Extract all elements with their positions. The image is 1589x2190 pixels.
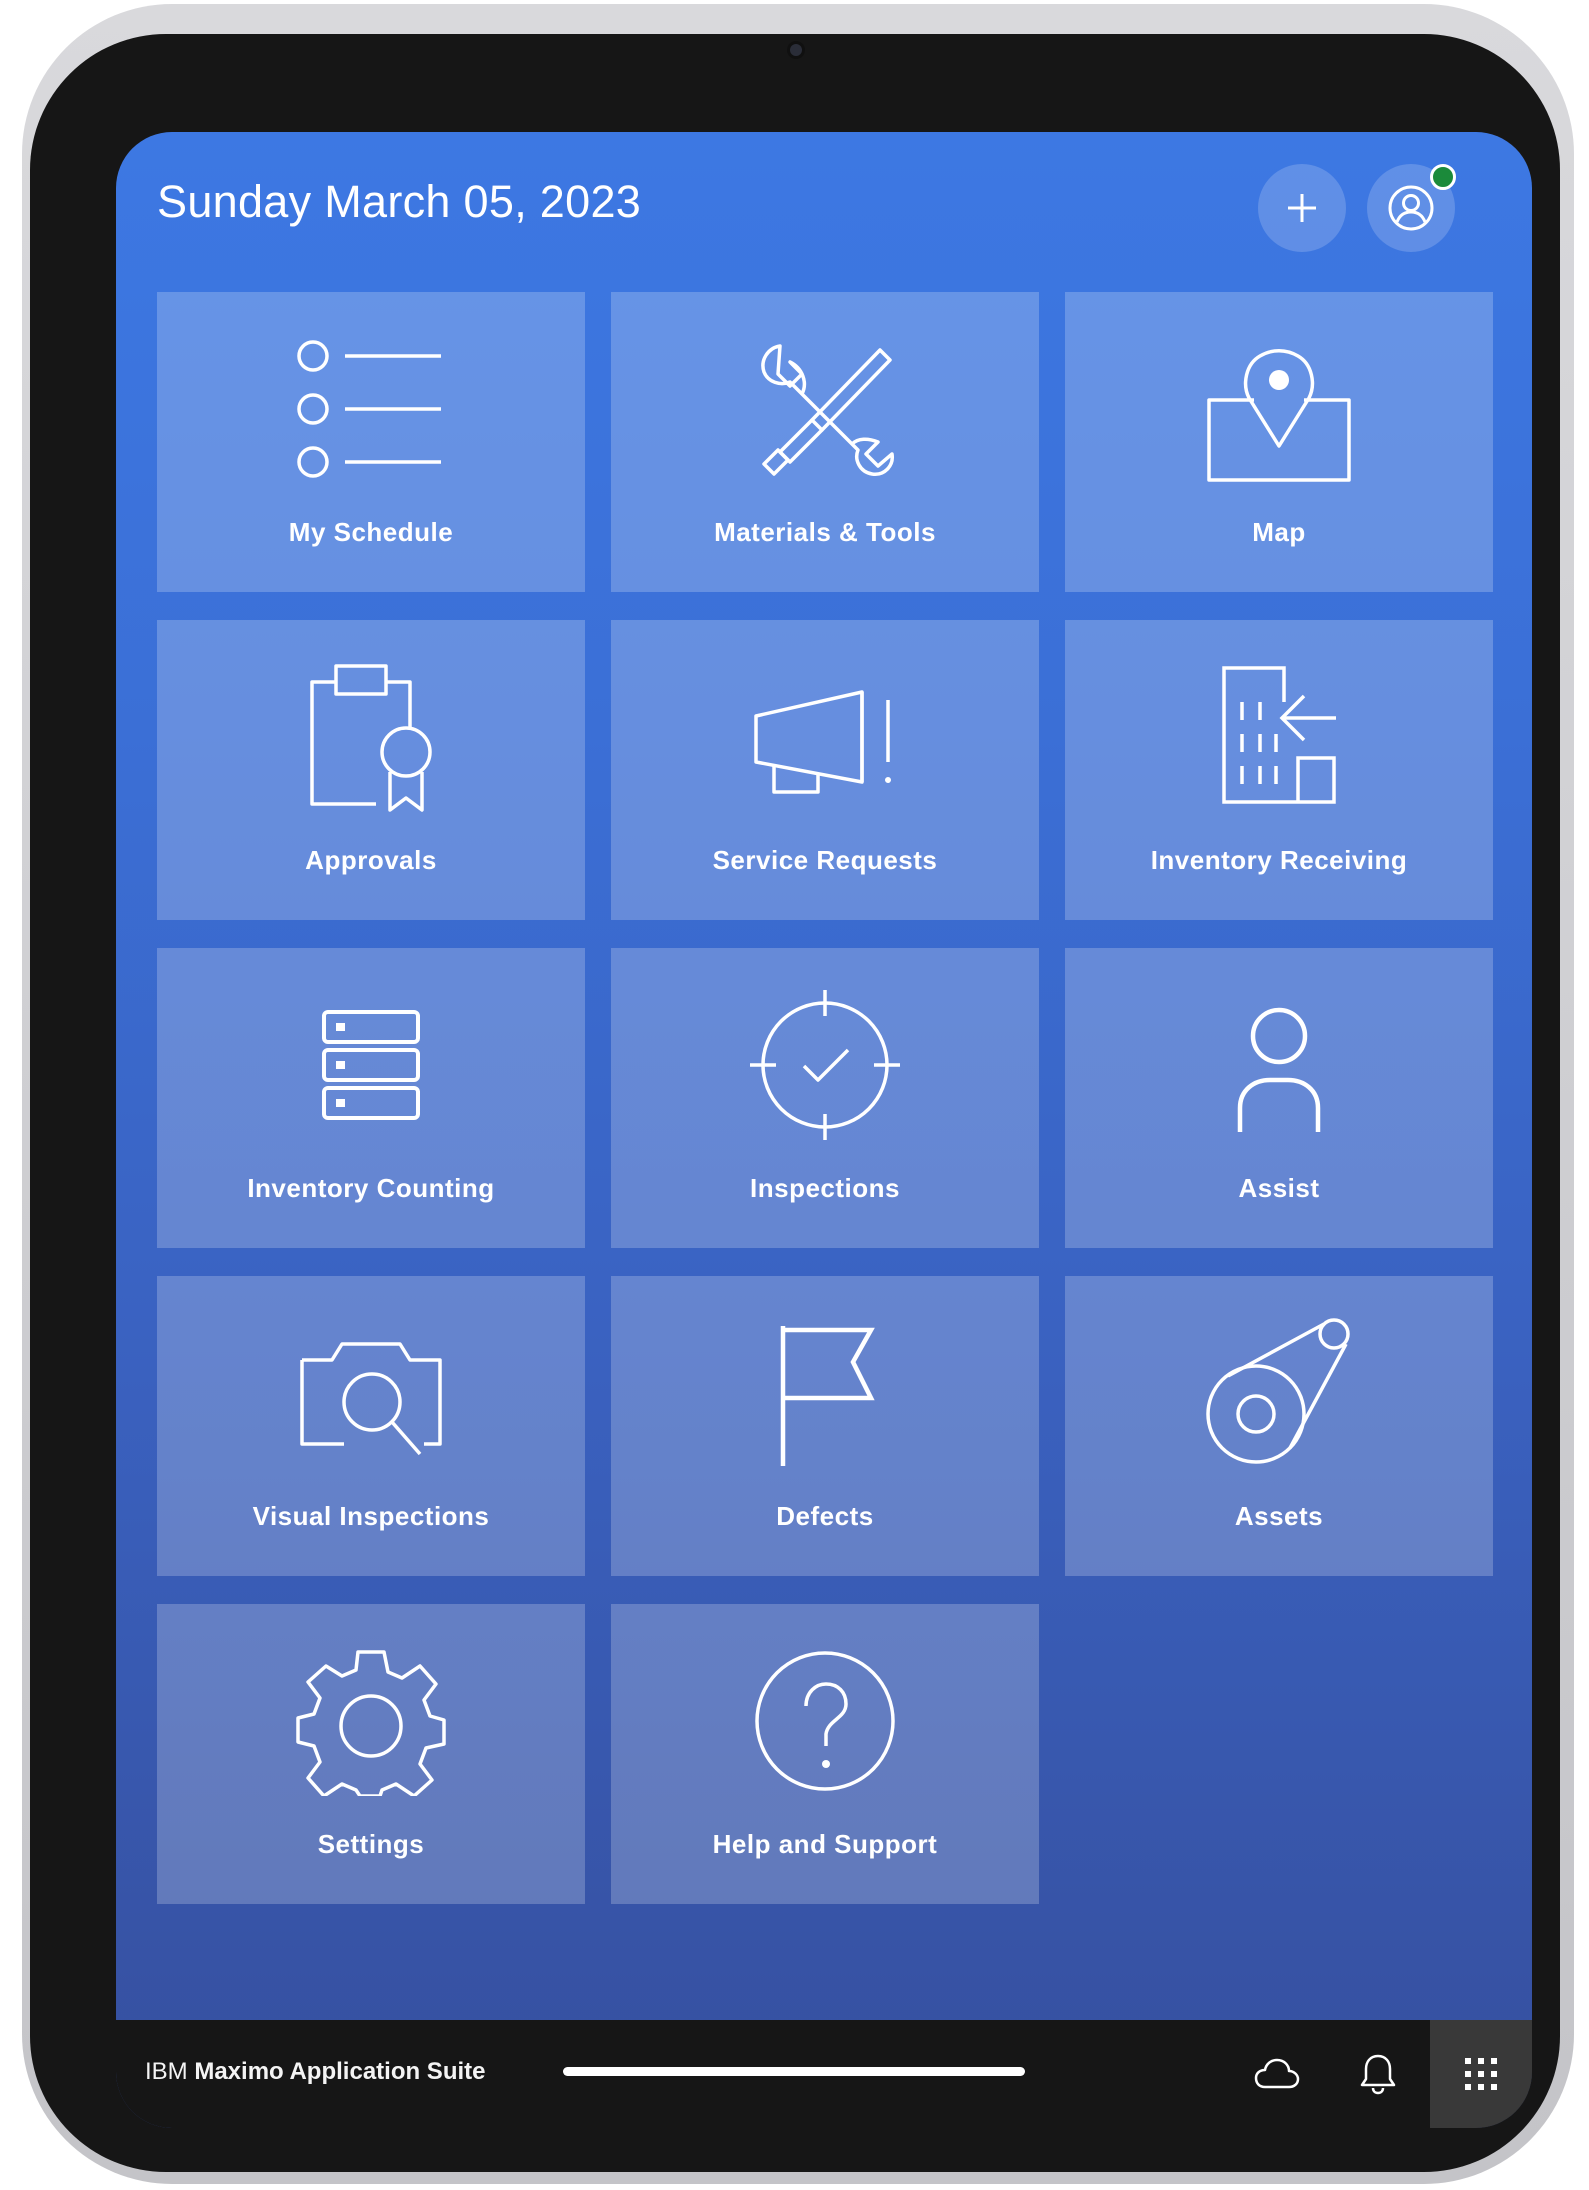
app-switcher-button[interactable]	[1430, 2020, 1532, 2128]
tile-label: Service Requests	[712, 845, 938, 875]
tile-label: Settings	[317, 1829, 425, 1859]
building-receive-icon	[1222, 666, 1336, 804]
tile-inspections[interactable]: Inspections	[611, 948, 1039, 1248]
app-screen: Sunday March 05, 2023 My Schedule Materi…	[116, 132, 1532, 2128]
megaphone-icon	[754, 690, 891, 794]
brand-name: Maximo Application Suite	[194, 2058, 486, 2085]
tile-label: Inventory Receiving	[1150, 845, 1408, 875]
camera-search-icon	[300, 1342, 442, 1456]
tile-label: Assets	[1234, 1501, 1324, 1531]
tile-my-schedule[interactable]: My Schedule	[157, 292, 585, 592]
gear-icon	[296, 1650, 446, 1796]
tile-assist[interactable]: Assist	[1065, 948, 1493, 1248]
front-camera	[790, 44, 802, 56]
target-check-icon	[750, 990, 900, 1140]
tile-label: Inspections	[750, 1173, 900, 1203]
tile-visual-inspections[interactable]: Visual Inspections	[157, 1276, 585, 1576]
list-icon	[297, 340, 441, 478]
tile-inventory-receiving[interactable]: Inventory Receiving	[1065, 620, 1493, 920]
cloud-button[interactable]	[1247, 2044, 1307, 2104]
device-bezel: Sunday March 05, 2023 My Schedule Materi…	[30, 34, 1560, 2172]
tile-label: Assist	[1238, 1173, 1320, 1203]
flag-icon	[780, 1326, 875, 1466]
server-stack-icon	[322, 1010, 420, 1120]
app-switcher-icon	[1465, 2058, 1497, 2090]
tile-label: Visual Inspections	[252, 1501, 490, 1531]
tile-label: Inventory Counting	[247, 1173, 495, 1203]
online-status-badge	[1430, 164, 1456, 190]
clipboard-certificate-icon	[310, 664, 432, 812]
tile-label: Materials & Tools	[714, 517, 936, 547]
tile-service-requests[interactable]: Service Requests	[611, 620, 1039, 920]
tile-label: My Schedule	[288, 517, 454, 547]
tile-approvals[interactable]: Approvals	[157, 620, 585, 920]
brand-title: IBM Maximo Application Suite	[145, 2058, 485, 2086]
tile-label: Help and Support	[712, 1829, 938, 1859]
tools-icon	[761, 344, 894, 476]
person-icon	[1237, 1007, 1321, 1132]
device-frame: Sunday March 05, 2023 My Schedule Materi…	[22, 4, 1574, 2184]
plus-icon	[1288, 194, 1316, 222]
map-pin-icon	[1207, 349, 1351, 482]
tile-help-support[interactable]: Help and Support	[611, 1604, 1039, 1904]
tile-inventory-counting[interactable]: Inventory Counting	[157, 948, 585, 1248]
bell-icon	[1360, 2054, 1396, 2095]
notifications-button[interactable]	[1348, 2044, 1408, 2104]
help-icon	[755, 1651, 895, 1791]
header-date: Sunday March 05, 2023	[157, 176, 642, 227]
user-avatar-icon	[1388, 185, 1434, 231]
tile-defects[interactable]: Defects	[611, 1276, 1039, 1576]
add-button[interactable]	[1258, 164, 1346, 252]
tile-label: Approvals	[305, 845, 437, 875]
asset-pulley-icon	[1206, 1318, 1350, 1464]
tile-label: Defects	[776, 1501, 874, 1531]
cloud-icon	[1254, 2058, 1300, 2089]
tile-assets[interactable]: Assets	[1065, 1276, 1493, 1576]
tile-label: Map	[1252, 517, 1306, 547]
home-indicator[interactable]	[563, 2067, 1025, 2076]
brand-prefix: IBM	[145, 2058, 188, 2085]
tile-settings[interactable]: Settings	[157, 1604, 585, 1904]
tile-map[interactable]: Map	[1065, 292, 1493, 592]
tile-materials-tools[interactable]: Materials & Tools	[611, 292, 1039, 592]
